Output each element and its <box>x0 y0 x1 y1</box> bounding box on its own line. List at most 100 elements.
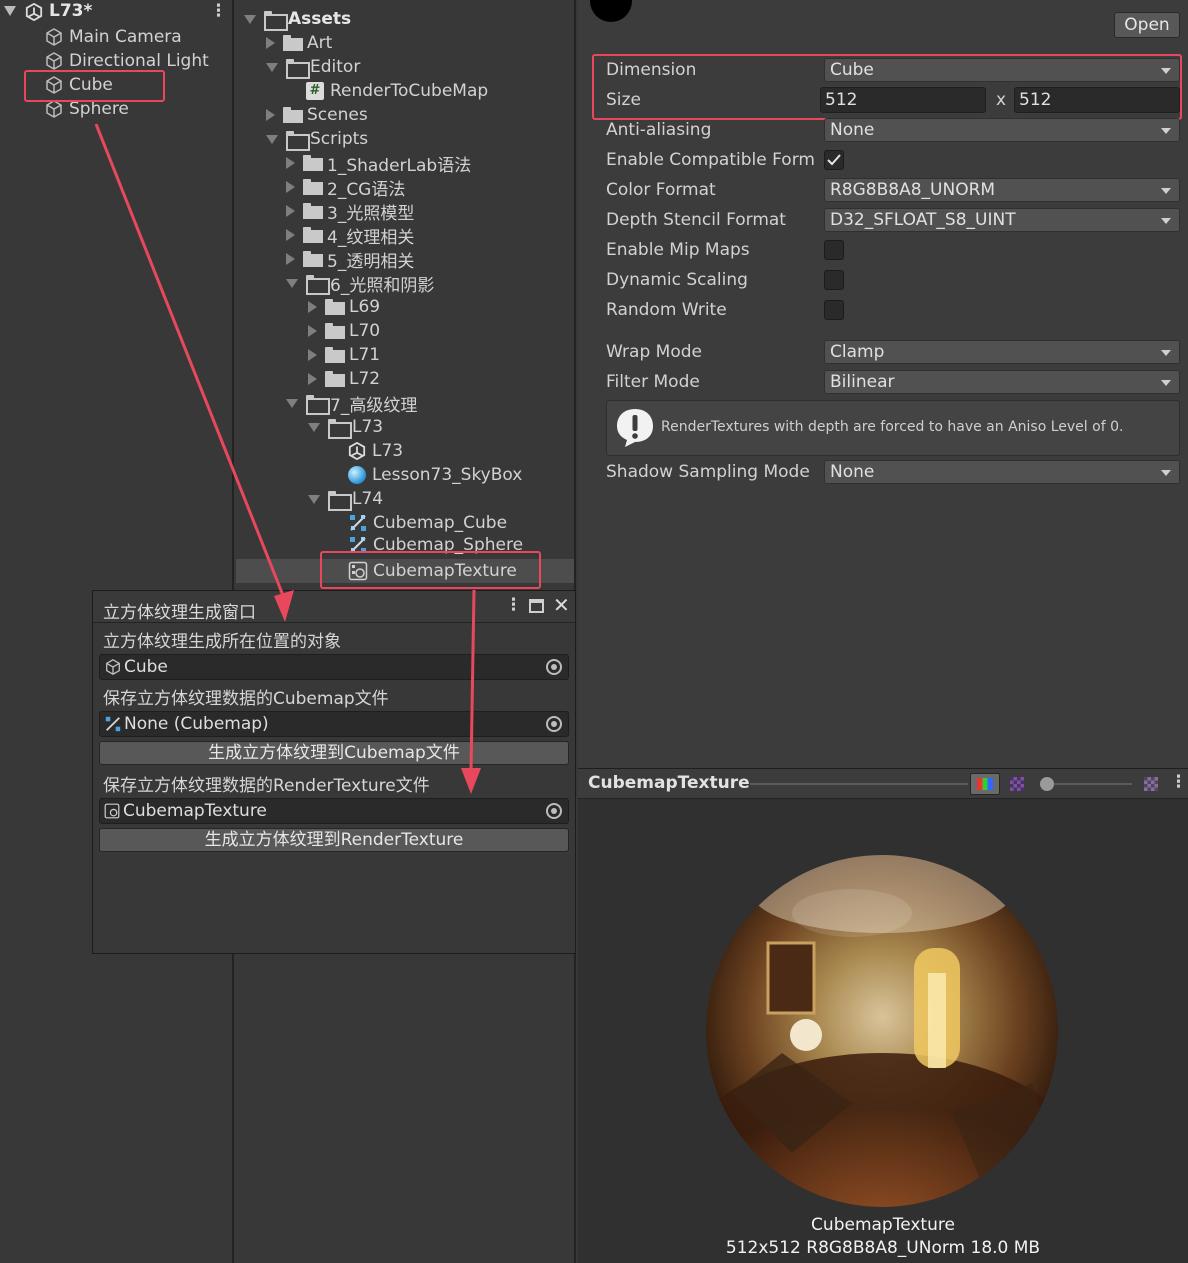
preview-caption-name: CubemapTexture <box>811 1215 955 1235</box>
expand-arrow-icon[interactable] <box>266 37 275 49</box>
folder-scripts[interactable]: Scripts <box>266 127 368 151</box>
mip-slider-track[interactable] <box>1054 783 1132 785</box>
expand-arrow-icon[interactable] <box>308 373 317 385</box>
size-height-field[interactable]: 512 <box>1014 87 1180 113</box>
cubemap-cube-asset[interactable]: Cubemap_Cube <box>348 511 507 535</box>
menu-kebab-icon[interactable]: ⋮ <box>1170 772 1187 792</box>
render-texture-file-label: 保存立方体纹理数据的RenderTexture文件 <box>103 776 430 796</box>
script-render-to-cubemap[interactable]: # RenderToCubeMap <box>306 79 488 103</box>
chevron-down-icon <box>1161 380 1171 386</box>
folder-6-shadow[interactable]: 6_光照和阴影 <box>286 271 434 296</box>
target-object-label: 立方体纹理生成所在位置的对象 <box>103 632 341 652</box>
hierarchy-item-sphere[interactable]: Sphere <box>44 97 129 121</box>
shadow-sampling-dropdown[interactable]: None <box>824 460 1180 484</box>
expand-arrow-icon[interactable] <box>286 253 295 265</box>
menu-kebab-icon[interactable]: ⋮ <box>505 595 522 615</box>
expand-arrow-icon[interactable] <box>244 14 256 24</box>
expand-arrow-icon[interactable] <box>286 278 298 288</box>
material-lesson73-skybox[interactable]: Lesson73_SkyBox <box>348 463 522 487</box>
cubemap-sphere-preview[interactable] <box>702 853 1062 1209</box>
expand-arrow-icon[interactable] <box>308 325 317 337</box>
scene-header[interactable]: L73* ⋮ <box>0 0 234 26</box>
enable-compatible-checkbox[interactable] <box>824 150 844 170</box>
render-texture-file-field[interactable]: CubemapTexture <box>99 798 569 824</box>
field-value: CubemapTexture <box>123 801 267 821</box>
expand-arrow-icon[interactable] <box>286 205 295 217</box>
cubemap-sphere-asset[interactable]: Cubemap_Sphere <box>348 535 523 555</box>
generate-cubemap-button[interactable]: 生成立方体纹理到Cubemap文件 <box>99 741 569 765</box>
window-tabbar: 立方体纹理生成窗口 ⋮ ✕ <box>93 591 575 623</box>
folder-label: Assets <box>288 9 352 29</box>
mip-level-button[interactable] <box>1140 773 1162 795</box>
menu-kebab-icon[interactable]: ⋮ <box>210 1 227 21</box>
dynamic-scaling-checkbox[interactable] <box>824 270 844 290</box>
target-object-field[interactable]: Cube <box>99 654 569 680</box>
folder-1-shaderlab[interactable]: 1_ShaderLab语法 <box>286 151 471 176</box>
expand-arrow-icon[interactable] <box>308 494 320 504</box>
object-picker-icon[interactable] <box>546 716 562 732</box>
expand-arrow-icon[interactable] <box>286 157 295 169</box>
object-picker-icon[interactable] <box>546 803 562 819</box>
expand-arrow-icon[interactable] <box>308 422 320 432</box>
color-format-dropdown[interactable]: R8G8B8A8_UNORM <box>824 178 1180 202</box>
generate-render-texture-button[interactable]: 生成立方体纹理到RenderTexture <box>99 828 569 852</box>
expand-arrow-icon[interactable] <box>308 301 317 313</box>
maximize-icon[interactable] <box>529 599 544 613</box>
rgb-icon <box>977 778 993 790</box>
mip-maps-checkbox[interactable] <box>824 240 844 260</box>
folder-l74[interactable]: L74 <box>308 487 383 511</box>
size-width-field[interactable]: 512 <box>820 87 986 113</box>
expand-arrow-icon[interactable] <box>286 181 295 193</box>
depth-stencil-dropdown[interactable]: D32_SFLOAT_S8_UINT <box>824 208 1180 232</box>
expand-arrow-icon[interactable] <box>308 349 317 361</box>
random-write-checkbox[interactable] <box>824 300 844 320</box>
collapse-triangle-icon[interactable] <box>4 6 16 16</box>
alpha-toggle-button[interactable] <box>1004 773 1030 795</box>
folder-l71[interactable]: L71 <box>308 343 380 367</box>
expand-arrow-icon[interactable] <box>286 398 298 408</box>
scene-l73[interactable]: L73 <box>348 439 403 463</box>
cubemap-icon <box>350 537 366 553</box>
folder-label: L71 <box>349 345 381 365</box>
folder-l72[interactable]: L72 <box>308 367 380 391</box>
expand-arrow-icon[interactable] <box>286 229 295 241</box>
folder-7-advanced[interactable]: 7_高级纹理 <box>286 391 417 416</box>
cubemap-file-field[interactable]: None (Cubemap) <box>99 711 569 737</box>
folder-editor[interactable]: Editor <box>266 55 360 79</box>
rgb-channel-button[interactable] <box>970 773 1000 795</box>
folder-l70[interactable]: L70 <box>308 319 380 343</box>
hierarchy-item-cube[interactable]: Cube <box>44 73 113 97</box>
folder-4-texture[interactable]: 4_纹理相关 <box>286 223 414 248</box>
filter-mode-dropdown[interactable]: Bilinear <box>824 370 1180 394</box>
folder-open-icon <box>328 419 352 439</box>
folder-assets[interactable]: Assets <box>244 7 351 31</box>
hierarchy-item-main-camera[interactable]: Main Camera <box>44 25 182 49</box>
cubemap-icon <box>350 515 366 531</box>
unity-scene-icon <box>348 442 366 460</box>
render-texture-asset[interactable]: CubemapTexture <box>348 559 517 583</box>
folder-icon <box>283 107 303 123</box>
expand-arrow-icon[interactable] <box>266 109 275 121</box>
cubemap-icon <box>105 716 121 732</box>
folder-scenes[interactable]: Scenes <box>266 103 368 127</box>
window-tab-title[interactable]: 立方体纹理生成窗口 <box>103 598 256 623</box>
close-icon[interactable]: ✕ <box>553 593 570 617</box>
folder-label: L70 <box>349 321 381 341</box>
wrap-mode-dropdown[interactable]: Clamp <box>824 340 1180 364</box>
folder-art[interactable]: Art <box>266 31 332 55</box>
dimension-dropdown[interactable]: Cube <box>824 58 1180 82</box>
folder-2-cg[interactable]: 2_CG语法 <box>286 175 405 200</box>
mip-slider-handle[interactable] <box>1040 777 1054 791</box>
expand-arrow-icon[interactable] <box>266 134 278 144</box>
folder-l69[interactable]: L69 <box>308 295 380 319</box>
open-button[interactable]: Open <box>1114 12 1180 38</box>
cubemap-generator-window: 立方体纹理生成窗口 ⋮ ✕ 立方体纹理生成所在位置的对象 Cube 保存立方体纹… <box>92 590 576 954</box>
anti-aliasing-dropdown[interactable]: None <box>824 118 1180 142</box>
folder-3-lighting[interactable]: 3_光照模型 <box>286 199 414 224</box>
object-picker-icon[interactable] <box>546 659 562 675</box>
folder-l73[interactable]: L73 <box>308 415 383 439</box>
expand-arrow-icon[interactable] <box>266 62 278 72</box>
checker-icon <box>1144 777 1158 791</box>
folder-5-transparent[interactable]: 5_透明相关 <box>286 247 414 272</box>
hierarchy-item-directional-light[interactable]: Directional Light <box>44 49 209 73</box>
